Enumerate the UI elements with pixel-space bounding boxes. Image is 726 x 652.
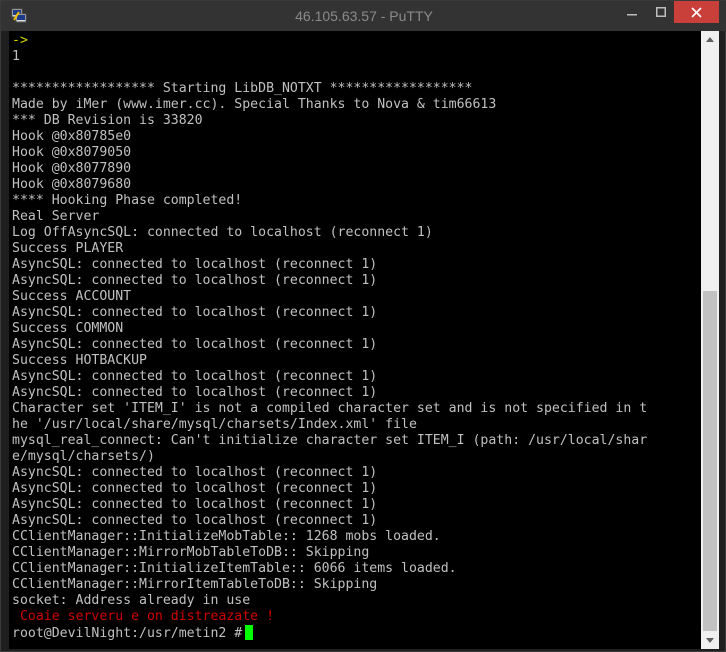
terminal-area[interactable]: -> 1 ****************** Starting LibDB_NOT… bbox=[9, 31, 701, 649]
terminal-line: Hook @0x8079680 bbox=[12, 177, 132, 192]
terminal-line: -> bbox=[12, 33, 28, 48]
close-icon bbox=[691, 6, 702, 18]
terminal-line: AsyncSQL: connected to localhost (reconn… bbox=[12, 305, 378, 320]
terminal-line: socket: Address already in use bbox=[12, 593, 251, 608]
terminal-line: e/mysql/charsets/) bbox=[12, 449, 155, 464]
terminal-line: AsyncSQL: connected to localhost (reconn… bbox=[12, 337, 378, 352]
shell-prompt: root@DevilNight:/usr/metin2 # bbox=[12, 626, 243, 641]
terminal-line: Coaie serveru e on distreazate ! bbox=[12, 609, 275, 624]
scroll-up-button[interactable] bbox=[701, 31, 719, 48]
terminal-line: Real Server bbox=[12, 209, 100, 224]
minimize-button[interactable] bbox=[617, 1, 647, 23]
terminal-line: Log OffAsyncSQL: connected to localhost … bbox=[12, 225, 433, 240]
terminal-line: AsyncSQL: connected to localhost (reconn… bbox=[12, 257, 378, 272]
minimize-icon bbox=[627, 14, 637, 16]
close-button[interactable] bbox=[674, 1, 719, 23]
terminal-line: mysql_real_connect: Can't initialize cha… bbox=[12, 433, 648, 448]
prompt-line[interactable]: root@DevilNight:/usr/metin2 # bbox=[12, 625, 647, 641]
terminal-line: he '/usr/local/share/mysql/charsets/Inde… bbox=[12, 417, 417, 432]
terminal-output: -> 1 ****************** Starting LibDB_NOT… bbox=[12, 33, 647, 641]
terminal-line: *** DB Revision is 33820 bbox=[12, 113, 203, 128]
terminal-line: CClientManager::MirrorMobTableToDB:: Ski… bbox=[12, 545, 370, 560]
terminal-line: Success COMMON bbox=[12, 321, 124, 336]
maximize-icon bbox=[656, 7, 666, 17]
terminal-line: CClientManager::InitializeMobTable:: 126… bbox=[12, 529, 441, 544]
maximize-button[interactable] bbox=[647, 1, 675, 23]
terminal-line: AsyncSQL: connected to localhost (reconn… bbox=[12, 513, 378, 528]
text-cursor bbox=[245, 625, 254, 640]
scrollbar-thumb[interactable] bbox=[703, 291, 717, 631]
terminal-line: CClientManager::MirrorItemTableToDB:: Sk… bbox=[12, 577, 378, 592]
terminal-line: Hook @0x8077890 bbox=[12, 161, 132, 176]
terminal-line: AsyncSQL: connected to localhost (reconn… bbox=[12, 481, 378, 496]
terminal-line: 1 bbox=[12, 49, 20, 64]
terminal-line: AsyncSQL: connected to localhost (reconn… bbox=[12, 273, 378, 288]
terminal-line: CClientManager::InitializeItemTable:: 60… bbox=[12, 561, 457, 576]
scroll-down-button[interactable] bbox=[701, 632, 719, 649]
terminal-line: Hook @0x80785e0 bbox=[12, 129, 132, 144]
terminal-line: Hook @0x8079050 bbox=[12, 145, 132, 160]
title-bar[interactable]: 46.105.63.57 - PuTTY bbox=[1, 1, 726, 31]
terminal-line: Character set 'ITEM_I' is not a compiled… bbox=[12, 401, 648, 416]
putty-window: 46.105.63.57 - PuTTY -> 1 ****************… bbox=[0, 0, 726, 652]
scroll-down-arrow-icon bbox=[706, 638, 714, 643]
terminal-line: AsyncSQL: connected to localhost (reconn… bbox=[12, 465, 378, 480]
terminal-line: AsyncSQL: connected to localhost (reconn… bbox=[12, 369, 378, 384]
terminal-line: AsyncSQL: connected to localhost (reconn… bbox=[12, 385, 378, 400]
terminal-line: ****************** Starting LibDB_NOTXT … bbox=[12, 81, 473, 96]
terminal-line: Success PLAYER bbox=[12, 241, 124, 256]
terminal-line: **** Hooking Phase completed! bbox=[12, 193, 243, 208]
terminal-line: Success ACCOUNT bbox=[12, 289, 132, 304]
terminal-line: AsyncSQL: connected to localhost (reconn… bbox=[12, 497, 378, 512]
terminal-line: Made by iMer (www.imer.cc). Special Than… bbox=[12, 97, 497, 112]
scroll-up-arrow-icon bbox=[706, 37, 714, 42]
vertical-scrollbar[interactable] bbox=[701, 31, 719, 649]
terminal-line: Success HOTBACKUP bbox=[12, 353, 147, 368]
